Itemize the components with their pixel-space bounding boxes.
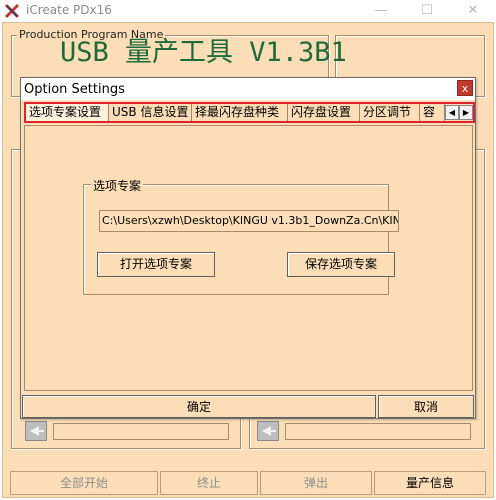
tab-strip: 选项专案设置 USB 信息设置 择最闪存盘种类 闪存盘设置 分区调节 容 ◀ ▶ — [24, 102, 475, 123]
dialog-titlebar: Option Settings x — [21, 78, 475, 100]
production-info-button[interactable]: 量产信息 — [374, 471, 486, 495]
port-arrow-right-icon — [257, 421, 279, 441]
cancel-button[interactable]: 取消 — [378, 395, 474, 418]
tab-scroll-right-icon[interactable]: ▶ — [459, 105, 473, 120]
ok-button[interactable]: 确定 — [22, 395, 376, 418]
minimize-button[interactable]: — — [358, 0, 404, 22]
option-project-group: 选项专案 C:\Users\xzwh\Desktop\KINGU v1.3b1_… — [83, 177, 399, 295]
program-title: USB 量产工具 V1.3B1 — [60, 37, 347, 68]
stop-button[interactable]: 终止 — [160, 471, 258, 495]
window-title: iCreate PDx16 — [26, 3, 112, 17]
option-settings-dialog: Option Settings x 选项专案设置 USB 信息设置 择最闪存盘种… — [20, 77, 476, 419]
tab-capacity[interactable]: 容 — [420, 104, 445, 121]
main-titlebar: iCreate PDx16 — ☐ ✕ — [0, 0, 496, 22]
port-arrow-left-icon — [25, 421, 47, 441]
app-logo-icon — [4, 3, 20, 19]
tab-flash-type[interactable]: 择最闪存盘种类 — [192, 104, 288, 121]
tab-usb-info[interactable]: USB 信息设置 — [109, 104, 192, 121]
tab-panel-option-project: 选项专案 C:\Users\xzwh\Desktop\KINGU v1.3b1_… — [24, 125, 473, 391]
tab-flash-settings[interactable]: 闪存盘设置 — [288, 104, 360, 121]
maximize-button[interactable]: ☐ — [404, 0, 450, 22]
open-project-button[interactable]: 打开选项专案 — [97, 252, 215, 277]
dialog-close-button[interactable]: x — [457, 80, 473, 96]
port-progress-right — [285, 423, 471, 440]
save-project-button[interactable]: 保存选项专案 — [287, 252, 395, 277]
tab-option-project[interactable]: 选项专案设置 — [26, 104, 109, 121]
tab-partition[interactable]: 分区调节 — [360, 104, 420, 121]
option-project-label: 选项专案 — [91, 177, 144, 194]
project-path-field: C:\Users\xzwh\Desktop\KINGU v1.3b1_DownZ… — [99, 210, 399, 232]
dialog-title: Option Settings — [24, 82, 125, 97]
port-progress-left — [53, 423, 229, 440]
window-close-button[interactable]: ✕ — [450, 0, 496, 22]
eject-button[interactable]: 弹出 — [260, 471, 372, 495]
start-all-button[interactable]: 全部开始 — [10, 471, 158, 495]
tab-scroll-left-icon[interactable]: ◀ — [445, 105, 459, 120]
